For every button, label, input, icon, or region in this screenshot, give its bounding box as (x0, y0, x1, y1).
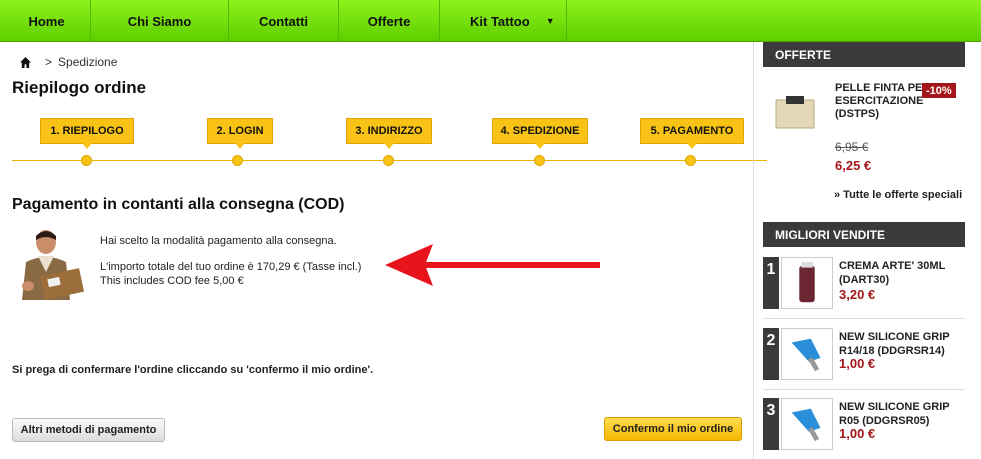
red-arrow-icon (385, 244, 600, 286)
payment-fee-text: This includes COD fee 5,00 € (100, 275, 244, 287)
step-dot (685, 155, 696, 166)
product-thumbnail[interactable] (781, 398, 833, 450)
order-steps: 1. RIEPILOGO 2. LOGIN 3. INDIRIZZO 4. SP… (12, 112, 767, 172)
nav-contatti[interactable]: Contatti (229, 0, 339, 42)
breadcrumb-current: Spedizione (58, 55, 118, 69)
product-thumbnail[interactable] (781, 257, 833, 309)
best-seller-item[interactable]: 1 CREMA ARTE' 30ml (DART30) 3,20 € (763, 257, 965, 319)
offers-header: OFFERTE (763, 42, 965, 67)
rank-badge: 2 (763, 328, 779, 380)
step-spedizione: 4. SPEDIZIONE (492, 118, 588, 149)
discount-badge: -10% (922, 83, 956, 98)
offer-product-name[interactable]: Pelle finta per esercitazione (DSTPS) (835, 82, 935, 121)
product-thumbnail[interactable] (781, 328, 833, 380)
confirm-instruction: Si prega di confermare l'ordine cliccand… (12, 364, 374, 376)
step-riepilogo: 1. RIEPILOGO (40, 118, 134, 149)
best-seller-name[interactable]: NEW SILICONE GRIP R14/18 (DDGRSR14) (839, 330, 969, 358)
breadcrumb: > Spedizione (20, 55, 117, 69)
offer-new-price: 6,25 € (835, 158, 872, 173)
page-title: Riepilogo ordine (12, 78, 147, 97)
step-pagamento: 5. PAGAMENTO (640, 118, 744, 149)
home-icon[interactable] (20, 56, 31, 68)
offer-old-price: 6,95 € (835, 140, 869, 154)
best-seller-item[interactable]: 2 NEW SILICONE GRIP R14/18 (DDGRSR14) 1,… (763, 328, 965, 390)
best-seller-name[interactable]: NEW SILICONE GRIP R05 (DDGRSR05) (839, 400, 969, 428)
delivery-person-image (22, 230, 85, 300)
step-dot (534, 155, 545, 166)
top-navigation: Home Chi Siamo Contatti Offerte Kit Tatt… (0, 0, 981, 42)
confirm-order-button[interactable]: Confermo il mio ordine (604, 417, 742, 441)
step-indirizzo: 3. INDIRIZZO (346, 118, 432, 149)
nav-offerte[interactable]: Offerte (339, 0, 440, 42)
best-seller-price: 1,00 € (839, 426, 876, 441)
best-seller-price: 1,00 € (839, 356, 876, 371)
breadcrumb-separator: > (45, 55, 53, 69)
step-login: 2. LOGIN (207, 118, 273, 149)
payment-title: Pagamento in contanti alla consegna (COD… (12, 196, 345, 213)
step-dot (232, 155, 243, 166)
best-seller-item[interactable]: 3 NEW SILICONE GRIP R05 (DDGRSR05) 1,00 … (763, 398, 965, 459)
other-payment-methods-button[interactable]: Altri metodi di pagamento (12, 418, 165, 442)
caret-down-icon[interactable]: ▼ (546, 16, 555, 26)
step-dot (383, 155, 394, 166)
best-seller-price: 3,20 € (839, 287, 876, 302)
rank-badge: 1 (763, 257, 779, 309)
nav-kit-tattoo-label: Kit Tattoo (470, 13, 530, 29)
rank-badge: 3 (763, 398, 779, 450)
payment-total-text: L'importo totale del tuo ordine è 170,29… (100, 261, 362, 273)
nav-chi-siamo[interactable]: Chi Siamo (91, 0, 229, 42)
step-dot (81, 155, 92, 166)
all-offers-link[interactable]: » Tutte le offerte speciali (834, 189, 962, 201)
payment-details: Hai scelto la modalità pagamento alla co… (100, 234, 361, 288)
sidebar: OFFERTE Pelle finta per esercitazione (D… (753, 42, 981, 459)
payment-chosen-text: Hai scelto la modalità pagamento alla co… (100, 235, 337, 247)
offer-product-image[interactable] (774, 94, 816, 130)
nav-home[interactable]: Home (3, 0, 91, 42)
best-seller-name[interactable]: CREMA ARTE' 30ml (DART30) (839, 259, 969, 287)
best-sellers-header: MIGLIORI VENDITE (763, 222, 965, 247)
nav-kit-tattoo[interactable]: Kit Tattoo ▼ (440, 0, 567, 42)
